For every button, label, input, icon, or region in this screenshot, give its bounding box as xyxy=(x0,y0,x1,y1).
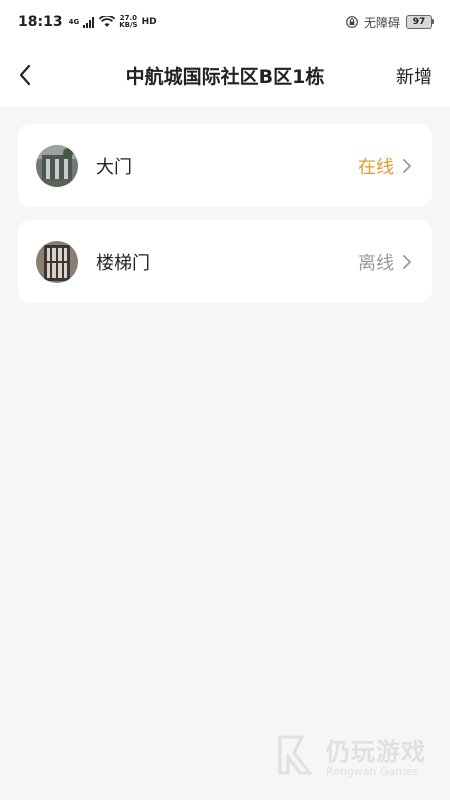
add-button[interactable]: 新增 xyxy=(396,63,432,89)
watermark-en: Rengwan Games xyxy=(326,765,419,778)
speed-unit: KB/S xyxy=(119,21,138,29)
status-bar: 18:13 4G 27.0 KB/S HD 无障碍 97 xyxy=(0,0,450,44)
network-type-label: 4G xyxy=(68,17,80,26)
device-name: 大门 xyxy=(96,156,132,178)
status-bar-right: 无障碍 97 xyxy=(346,14,434,31)
watermark-cn: 仍玩游戏 xyxy=(326,738,426,766)
back-arrow-icon xyxy=(19,64,31,86)
watermark-text: 仍玩游戏 Rengwan Games xyxy=(326,732,426,778)
device-list: 大门 在线 楼梯门 离线 xyxy=(18,124,432,316)
lock-icon xyxy=(346,16,358,28)
chevron-right-icon xyxy=(402,253,414,271)
network-speed: 27.0 KB/S xyxy=(119,15,137,29)
device-avatar xyxy=(36,240,78,283)
battery-icon: 97 xyxy=(406,15,434,29)
watermark: 仍玩游戏 Rengwan Games xyxy=(276,732,426,778)
status-time: 18:13 xyxy=(18,14,63,30)
chevron-right-icon xyxy=(402,157,414,175)
device-status: 在线 xyxy=(358,156,394,178)
watermark-logo-icon xyxy=(278,735,314,775)
back-button[interactable] xyxy=(10,60,40,90)
battery-level: 97 xyxy=(412,17,426,27)
hd-icon: HD xyxy=(141,16,157,27)
wifi-icon xyxy=(99,16,116,27)
device-name: 楼梯门 xyxy=(96,252,150,274)
signal-icon xyxy=(83,16,95,28)
device-avatar xyxy=(36,144,78,187)
device-card-main-gate[interactable]: 大门 在线 xyxy=(18,124,432,207)
nav-bar: 中航城国际社区B区1栋 新增 xyxy=(0,44,450,106)
status-icons: 4G 27.0 KB/S HD xyxy=(69,15,157,29)
device-status: 离线 xyxy=(358,252,394,274)
gate-photo-icon xyxy=(36,144,78,187)
status-bar-left: 18:13 4G 27.0 KB/S HD xyxy=(18,14,157,30)
device-card-stair-door[interactable]: 楼梯门 离线 xyxy=(18,220,432,303)
door-photo-icon xyxy=(36,240,78,283)
page-title: 中航城国际社区B区1栋 xyxy=(125,65,325,88)
accessibility-label: 无障碍 xyxy=(363,15,400,30)
